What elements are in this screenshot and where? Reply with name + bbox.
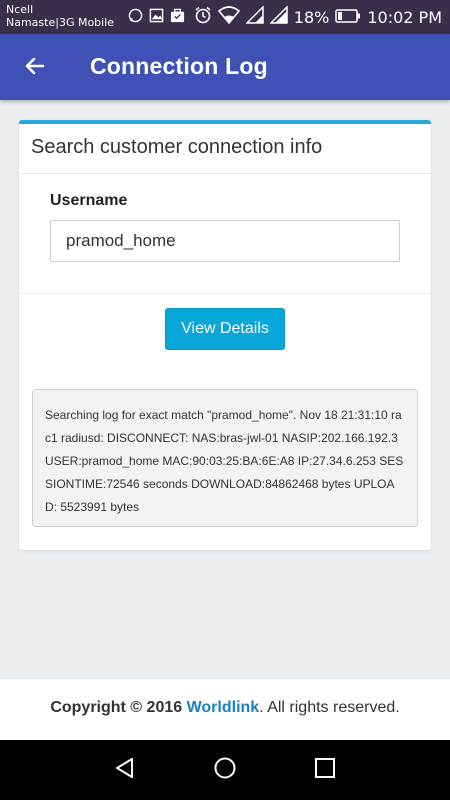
search-form: Username bbox=[19, 174, 431, 294]
card-title: Search customer connection info bbox=[19, 124, 431, 174]
brand-link[interactable]: Worldlink bbox=[187, 699, 260, 716]
briefcase-icon bbox=[170, 8, 185, 23]
rights-text: . All rights reserved. bbox=[259, 699, 400, 716]
clock: 10:02 PM bbox=[367, 8, 442, 27]
alarm-icon bbox=[194, 6, 212, 29]
wifi-icon bbox=[217, 6, 240, 29]
copyright-text: Copyright © 2016 bbox=[50, 699, 183, 716]
footer: Copyright © 2016 Worldlink. All rights r… bbox=[0, 678, 450, 740]
status-bar: Ncell Namaste|3G Mobile 18% 10:02 PM bbox=[0, 0, 450, 34]
square-recents-icon bbox=[314, 757, 336, 784]
battery-percent: 18% bbox=[293, 8, 330, 27]
username-label: Username bbox=[50, 192, 128, 209]
system-status: 18% 10:02 PM bbox=[194, 5, 442, 29]
app-bar: Connection Log bbox=[0, 34, 450, 100]
arrow-left-icon bbox=[23, 54, 47, 83]
page-title: Connection Log bbox=[90, 53, 268, 79]
notification-icons bbox=[128, 8, 185, 23]
system-nav-bar bbox=[0, 740, 450, 800]
carrier-info: Ncell Namaste|3G Mobile bbox=[6, 3, 114, 29]
search-card: Search customer connection info Username… bbox=[19, 120, 431, 550]
whatsapp-icon bbox=[128, 8, 143, 23]
nav-home-button[interactable] bbox=[211, 756, 239, 784]
image-icon bbox=[149, 8, 164, 23]
triangle-back-icon bbox=[113, 756, 137, 785]
circle-home-icon bbox=[213, 756, 237, 785]
view-details-button[interactable]: View Details bbox=[165, 308, 285, 350]
signal-icon bbox=[244, 5, 264, 29]
action-row: View Details bbox=[19, 294, 431, 386]
username-input[interactable] bbox=[50, 220, 400, 262]
signal-icon bbox=[268, 5, 288, 29]
network-name: Namaste|3G Mobile bbox=[6, 16, 115, 29]
log-output: Searching log for exact match "pramod_ho… bbox=[32, 389, 418, 527]
nav-back-button[interactable] bbox=[111, 756, 139, 784]
battery-icon bbox=[335, 8, 361, 28]
back-button[interactable] bbox=[18, 51, 52, 85]
carrier-name: Ncell bbox=[6, 3, 34, 16]
nav-recents-button[interactable] bbox=[311, 756, 339, 784]
